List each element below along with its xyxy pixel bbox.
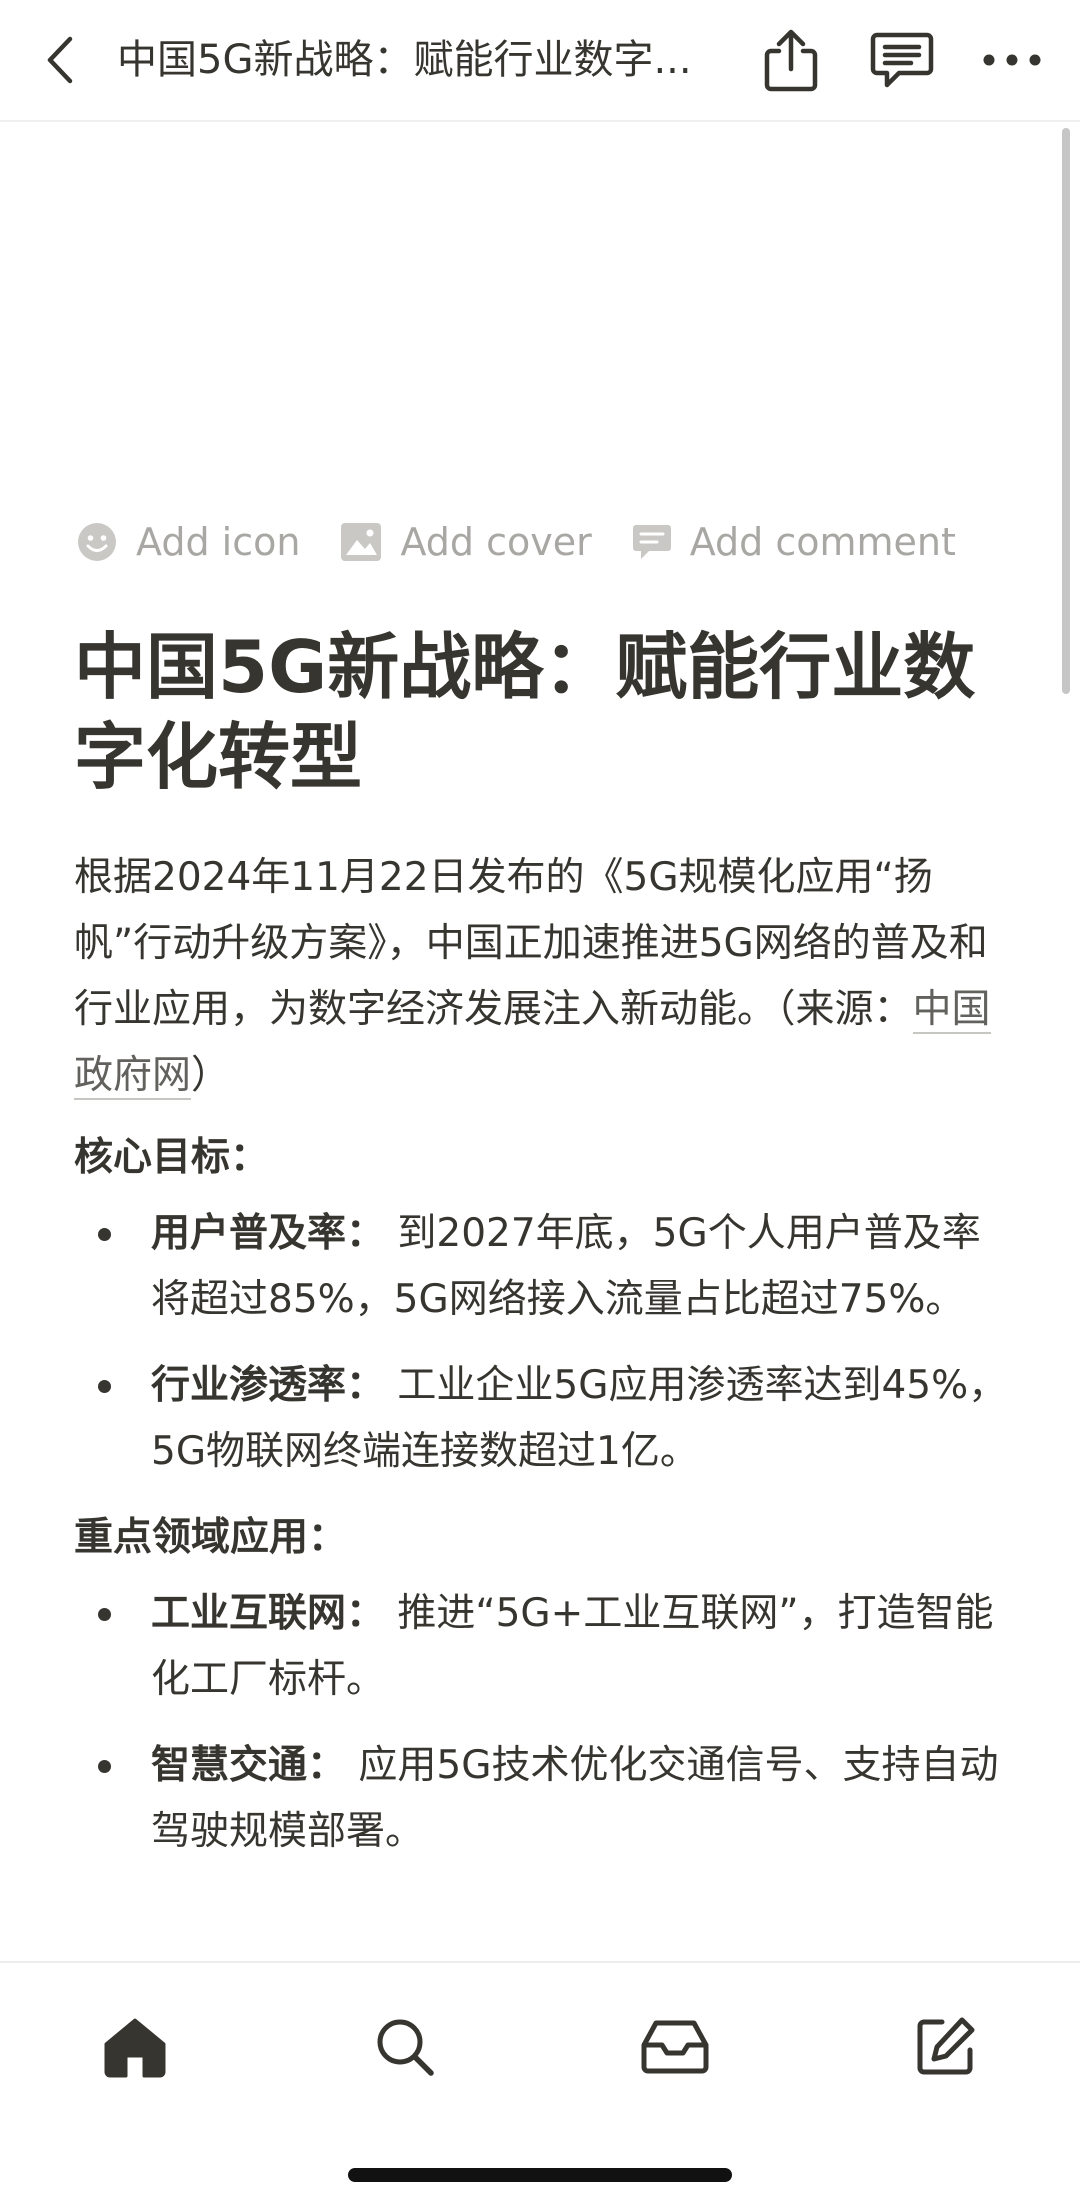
key-areas-list: 工业互联网： 推进“5G+工业互联网”，打造智能化工厂标杆。 智慧交通： 应用5… — [74, 1581, 1014, 1865]
page-title-breadcrumb[interactable]: 中国5G新战略：赋能行业数字... — [117, 28, 727, 92]
section-heading-key-areas[interactable]: 重点领域应用： — [74, 1505, 1014, 1571]
compose-icon — [917, 2017, 975, 2075]
bullet-dot-icon — [98, 1760, 111, 1773]
list-item[interactable]: 用户普及率： 到2027年底，5G个人用户普及率将超过85%，5G网络接入流量占… — [74, 1201, 1014, 1333]
list-item[interactable]: 智慧交通： 应用5G技术优化交通信号、支持自动驾驶规模部署。 — [74, 1733, 1014, 1865]
add-comment-label: Add comment — [689, 520, 956, 564]
list-item-label: 工业互联网： — [151, 1591, 386, 1636]
scrollbar[interactable] — [1062, 128, 1070, 694]
home-tab[interactable] — [87, 1999, 183, 2095]
home-icon — [104, 2018, 166, 2078]
image-icon — [341, 523, 382, 561]
list-item[interactable]: 行业渗透率： 工业企业5G应用渗透率达到45%，5G物联网终端连接数超过1亿。 — [74, 1353, 1014, 1485]
list-item-label: 行业渗透率： — [151, 1363, 386, 1408]
inbox-icon — [641, 2020, 709, 2074]
search-tab[interactable] — [357, 1999, 453, 2095]
bullet-dot-icon — [98, 1380, 111, 1393]
bullet-dot-icon — [98, 1608, 111, 1621]
inbox-tab[interactable] — [627, 1999, 723, 2095]
share-icon — [764, 29, 818, 92]
core-goals-list: 用户普及率： 到2027年底，5G个人用户普及率将超过85%，5G网络接入流量占… — [74, 1201, 1014, 1485]
back-button[interactable] — [34, 30, 84, 90]
intro-paragraph[interactable]: 根据2024年11月22日发布的《5G规模化应用“扬帆”行动升级方案》，中国正加… — [74, 845, 1014, 1109]
intro-text: 根据2024年11月22日发布的《5G规模化应用“扬帆”行动升级方案》，中国正加… — [74, 855, 988, 1032]
search-icon — [377, 2019, 434, 2076]
intro-close: ） — [191, 1053, 231, 1098]
document-title[interactable]: 中国5G新战略：赋能行业数字化转型 — [74, 622, 1014, 802]
comment-bubble-icon — [632, 525, 671, 559]
add-cover-button[interactable]: Add cover — [340, 520, 592, 564]
new-page-tab[interactable] — [897, 1999, 993, 2095]
more-options-button[interactable] — [976, 24, 1048, 96]
bullet-dot-icon — [98, 1228, 111, 1241]
share-button[interactable] — [755, 24, 827, 96]
smiley-icon — [78, 523, 116, 561]
add-icon-button[interactable]: Add icon — [76, 520, 300, 564]
top-bar: 中国5G新战略：赋能行业数字... — [0, 0, 1080, 122]
home-indicator[interactable] — [348, 2168, 732, 2182]
add-icon-label: Add icon — [136, 520, 301, 564]
list-item-label: 智慧交通： — [151, 1743, 347, 1788]
add-comment-button[interactable]: Add comment — [632, 520, 956, 564]
page-actions: Add icon Add cover Add comment — [76, 512, 996, 572]
comments-button[interactable] — [866, 24, 938, 96]
section-heading-core-goals[interactable]: 核心目标： — [74, 1125, 1014, 1191]
document-body: 根据2024年11月22日发布的《5G规模化应用“扬帆”行动升级方案》，中国正加… — [74, 845, 1014, 1885]
add-cover-label: Add cover — [400, 520, 592, 564]
more-horizontal-icon — [983, 54, 1041, 66]
comment-icon — [870, 32, 934, 88]
chevron-left-icon — [47, 36, 73, 84]
list-item-label: 用户普及率： — [151, 1211, 386, 1256]
list-item[interactable]: 工业互联网： 推进“5G+工业互联网”，打造智能化工厂标杆。 — [74, 1581, 1014, 1713]
